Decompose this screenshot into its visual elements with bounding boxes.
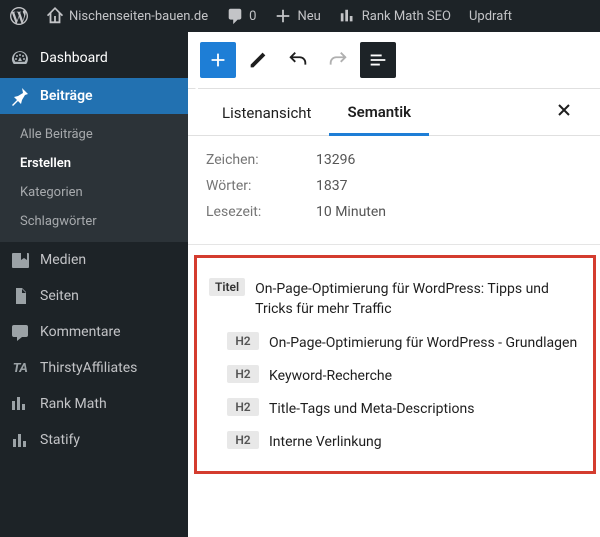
stat-words: Wörter: 1837 (206, 178, 582, 194)
admin-sidebar: Dashboard Beiträge Alle Beiträge Erstell… (0, 32, 188, 537)
plus-icon (274, 7, 292, 25)
outline-h2[interactable]: H2 On-Page-Optimierung für WordPress - G… (209, 326, 583, 359)
outline-text: Keyword-Recherche (269, 365, 392, 386)
document-stats: Zeichen: 13296 Wörter: 1837 Lesezeit: 10… (188, 136, 600, 238)
rankmath-link[interactable]: Rank Math SEO (335, 0, 455, 32)
sidebar-label: Rank Math (40, 396, 107, 412)
h2-badge: H2 (227, 332, 259, 350)
stat-label: Lesezeit: (206, 204, 316, 220)
h2-badge: H2 (227, 398, 259, 416)
new-label: Neu (297, 9, 320, 24)
sub-new-post[interactable]: Erstellen (0, 149, 188, 178)
stat-value: 1837 (316, 178, 347, 194)
document-outline: Titel On-Page-Optimierung für WordPress:… (194, 255, 596, 474)
stat-readtime: Lesezeit: 10 Minuten (206, 204, 582, 220)
sidebar-item-comments[interactable]: Kommentare (0, 314, 188, 350)
sub-categories[interactable]: Kategorien (0, 178, 188, 207)
pin-icon (10, 86, 30, 106)
comments-count: 0 (249, 9, 256, 24)
wordpress-icon (10, 7, 28, 25)
outline-h2[interactable]: H2 Title-Tags und Meta-Descriptions (209, 392, 583, 425)
h2-badge: H2 (227, 365, 259, 383)
sidebar-label: Kommentare (40, 324, 121, 340)
outline-h2[interactable]: H2 Interne Verlinkung (209, 425, 583, 458)
wp-logo[interactable] (6, 0, 32, 32)
sidebar-label: Dashboard (40, 50, 108, 66)
sidebar-label: Statify (40, 432, 80, 448)
outline-text: Title-Tags und Meta-Descriptions (269, 398, 474, 419)
editor-toolbar (188, 32, 600, 89)
updraft-label: Updraft (469, 9, 512, 24)
outline-h2[interactable]: H2 Keyword-Recherche (209, 359, 583, 392)
sidebar-item-thirsty[interactable]: TA ThirstyAffiliates (0, 350, 188, 386)
sub-all-posts[interactable]: Alle Beiträge (0, 120, 188, 149)
updraft-link[interactable]: Updraft (465, 0, 516, 32)
stat-value: 13296 (316, 152, 355, 168)
stat-value: 10 Minuten (316, 204, 386, 220)
comment-icon (10, 322, 30, 342)
site-name: Nischenseiten-bauen.de (69, 9, 208, 24)
stat-label: Wörter: (206, 178, 316, 194)
page-icon (10, 286, 30, 306)
media-icon (10, 250, 30, 270)
tab-list-view[interactable]: Listenansicht (204, 90, 329, 134)
stat-label: Zeichen: (206, 152, 316, 168)
admin-bar: Nischenseiten-bauen.de 0 Neu Rank Math S… (0, 0, 600, 32)
sidebar-item-statify[interactable]: Statify (0, 422, 188, 458)
rankmath-icon (10, 394, 30, 414)
sidebar-label: ThirstyAffiliates (40, 360, 137, 376)
posts-submenu: Alle Beiträge Erstellen Kategorien Schla… (0, 114, 188, 242)
sidebar-label: Medien (40, 252, 86, 268)
thirsty-icon: TA (10, 358, 30, 378)
add-block-button[interactable] (200, 42, 236, 78)
pencil-icon (247, 49, 269, 71)
sidebar-label: Beiträge (40, 88, 93, 104)
redo-button[interactable] (320, 42, 356, 78)
rankmath-label: Rank Math SEO (362, 9, 451, 24)
outline-text: Interne Verlinkung (269, 431, 382, 452)
document-overview-button[interactable] (360, 42, 396, 78)
outline-text: On-Page-Optimierung für WordPress: Tipps… (255, 278, 583, 320)
close-icon (556, 102, 572, 118)
sidebar-item-pages[interactable]: Seiten (0, 278, 188, 314)
bar-chart-icon (339, 7, 357, 25)
h2-badge: H2 (227, 431, 259, 449)
comment-icon (226, 7, 244, 25)
new-link[interactable]: Neu (270, 0, 324, 32)
sub-tags[interactable]: Schlagwörter (0, 207, 188, 236)
outline-title[interactable]: Titel On-Page-Optimierung für WordPress:… (209, 272, 583, 326)
sidebar-label: Seiten (40, 288, 79, 304)
sidebar-item-dashboard[interactable]: Dashboard (0, 38, 188, 78)
comments-link[interactable]: 0 (222, 0, 260, 32)
edit-mode-button[interactable] (240, 42, 276, 78)
stats-icon (10, 430, 30, 450)
divider (188, 244, 600, 245)
sidebar-item-posts[interactable]: Beiträge (0, 78, 188, 114)
panel-tabs: Listenansicht Semantik (188, 89, 600, 136)
home-icon (46, 7, 64, 25)
undo-icon (287, 49, 309, 71)
plus-icon (207, 49, 229, 71)
close-panel-button[interactable] (550, 96, 578, 129)
stat-chars: Zeichen: 13296 (206, 152, 582, 168)
tab-semantic[interactable]: Semantik (329, 89, 429, 136)
title-badge: Titel (209, 278, 245, 296)
editor-panel: Listenansicht Semantik Zeichen: 13296 Wö… (188, 32, 600, 537)
undo-button[interactable] (280, 42, 316, 78)
site-link[interactable]: Nischenseiten-bauen.de (42, 0, 212, 32)
outline-text: On-Page-Optimierung für WordPress - Grun… (269, 332, 577, 353)
list-icon (367, 49, 389, 71)
sidebar-item-rankmath[interactable]: Rank Math (0, 386, 188, 422)
redo-icon (327, 49, 349, 71)
dashboard-icon (10, 48, 30, 68)
sidebar-item-media[interactable]: Medien (0, 242, 188, 278)
